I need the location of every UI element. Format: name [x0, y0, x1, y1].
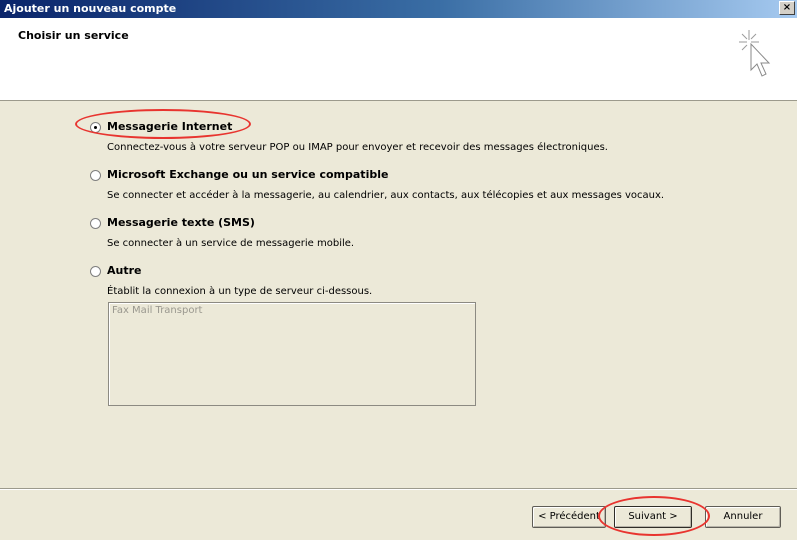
divider [0, 488, 797, 490]
radio-microsoft-exchange[interactable] [90, 170, 101, 181]
page-title: Choisir un service [18, 29, 129, 42]
previous-button[interactable]: < Précédent [532, 506, 606, 528]
cancel-button[interactable]: Annuler [705, 506, 781, 528]
header-panel: Choisir un service [0, 18, 797, 101]
close-button[interactable]: × [779, 1, 795, 15]
window-title: Ajouter un nouveau compte [4, 2, 177, 15]
cursor-sparkle-icon [739, 30, 771, 77]
next-button[interactable]: Suivant > [614, 506, 692, 528]
close-icon: × [782, 2, 792, 13]
option-title: Messagerie Internet [107, 120, 233, 133]
option-title: Microsoft Exchange ou un service compati… [107, 168, 389, 181]
option-description: Connectez-vous à votre serveur POP ou IM… [107, 142, 608, 153]
radio-messagerie-texte[interactable] [90, 218, 101, 229]
other-services-list[interactable]: Fax Mail Transport [108, 302, 476, 406]
option-description: Se connecter et accéder à la messagerie,… [107, 190, 665, 201]
radio-autre[interactable] [90, 266, 101, 277]
option-title: Autre [107, 264, 142, 277]
title-bar[interactable]: Ajouter un nouveau compte × [0, 0, 797, 18]
radio-messagerie-internet[interactable] [90, 122, 101, 133]
add-account-dialog: Ajouter un nouveau compte × Choisir un s… [0, 0, 797, 540]
list-item[interactable]: Fax Mail Transport [112, 305, 202, 316]
option-description: Se connecter à un service de messagerie … [107, 238, 355, 249]
option-title: Messagerie texte (SMS) [107, 216, 255, 229]
option-description: Établit la connexion à un type de serveu… [107, 286, 373, 297]
